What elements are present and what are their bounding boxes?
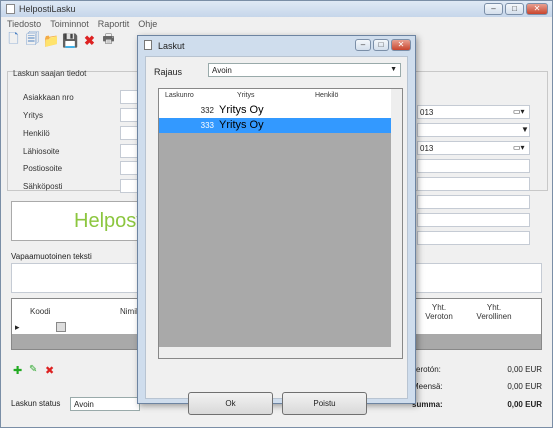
right-field-7[interactable]: [417, 213, 530, 227]
list-item-selected[interactable]: 333 Yritys Oy: [159, 118, 392, 133]
grand-total-value: 0,00 EUR: [507, 400, 542, 409]
dialog-icon: [144, 40, 152, 50]
right-field-5[interactable]: [417, 177, 530, 191]
right-field-8[interactable]: [417, 231, 530, 245]
col-company: Yritys: [237, 92, 255, 99]
add-row-icon[interactable]: ✚: [13, 364, 22, 377]
dialog-body: Rajaus Avoin ▼ Laskunro Yritys Henkilö 3…: [145, 56, 408, 415]
chevron-down-icon: ▼: [390, 66, 397, 73]
menu-help[interactable]: Ohje: [138, 19, 157, 29]
new-document-icon[interactable]: 🗋: [6, 31, 21, 49]
street-label: Lähiosoite: [23, 147, 60, 156]
tax-total-value: 0,00 EUR: [507, 382, 542, 391]
menu-file[interactable]: Tiedosto: [7, 19, 41, 29]
invoice-no: 332: [200, 106, 214, 115]
invoice-no: 333: [200, 121, 214, 130]
filter-value: Avoin: [212, 66, 232, 75]
chevron-down-icon[interactable]: ▼: [521, 125, 529, 134]
company-label: Yritys: [23, 111, 43, 120]
menu-bar: Tiedosto Toiminnot Raportit Ohje: [7, 19, 157, 29]
filter-label: Rajaus: [154, 67, 183, 77]
invoice-list-grid[interactable]: Laskunro Yritys Henkilö 332 Yritys Oy 33…: [158, 88, 403, 359]
company-logo: Helposti: [11, 201, 146, 241]
dialog-maximize-button[interactable]: □: [373, 39, 389, 51]
copy-document-icon[interactable]: 🗐: [25, 31, 40, 49]
delete-row-icon[interactable]: ✖: [45, 364, 54, 377]
net-total-value: 0,00 EUR: [507, 365, 542, 374]
invoice-status-label: Laskun status: [11, 399, 61, 408]
title-bar: HelpostiLasku – □ ✕: [1, 1, 552, 17]
lookup-button[interactable]: [56, 322, 66, 332]
net-total-label: verotón:: [412, 365, 441, 374]
app-title: HelpostiLasku: [19, 4, 76, 14]
right-field-6[interactable]: [417, 195, 530, 209]
maximize-button[interactable]: □: [505, 3, 524, 15]
filter-select[interactable]: Avoin ▼: [208, 63, 401, 77]
row-pointer-icon: ▸: [15, 322, 20, 332]
col-net-total: Yht. Veroton: [425, 303, 453, 321]
edit-row-icon[interactable]: ✎: [29, 364, 37, 375]
tax-total-label: Meensä:: [412, 382, 443, 391]
person-label: Henkilö: [23, 129, 50, 138]
list-item[interactable]: 332 Yritys Oy: [159, 103, 392, 118]
date-value-1: 013: [420, 108, 434, 117]
toolbar: 🗋 🗐 📁 💾 ✖ 🖶: [6, 31, 116, 49]
col-gross-total: Yht. Verollinen: [476, 303, 512, 321]
print-icon[interactable]: 🖶: [101, 31, 116, 49]
dialog-close-button[interactable]: ✕: [391, 39, 411, 51]
invoice-status-value: Avoin: [74, 400, 94, 409]
close-dialog-button[interactable]: Poistu: [282, 392, 367, 415]
open-folder-icon[interactable]: 📁: [43, 32, 59, 49]
invoice-status-select[interactable]: Avoin: [70, 397, 140, 411]
postal-label: Postiosoite: [23, 164, 63, 173]
dialog-title: Laskut: [158, 41, 185, 51]
calendar-icon[interactable]: ▭▾: [513, 107, 525, 116]
right-field-4[interactable]: [417, 159, 530, 173]
dropdown-field[interactable]: [417, 123, 530, 137]
horizontal-scrollbar[interactable]: [159, 347, 392, 358]
logo-text: Helposti: [74, 210, 147, 232]
grand-total-label: summa:: [412, 400, 443, 409]
email-label: Sähköposti: [23, 182, 63, 191]
recipient-section-title: Laskun saajan tiedot: [13, 69, 87, 78]
ok-button[interactable]: Ok: [188, 392, 273, 415]
menu-actions[interactable]: Toiminnot: [50, 19, 89, 29]
invoice-company: Yritys Oy: [219, 104, 264, 116]
minimize-button[interactable]: –: [484, 3, 503, 15]
save-icon[interactable]: 💾: [62, 32, 78, 49]
vertical-scrollbar[interactable]: [391, 89, 402, 358]
list-header: Laskunro Yritys Henkilö: [159, 89, 392, 103]
close-button[interactable]: ✕: [526, 3, 548, 15]
app-icon: [6, 4, 15, 14]
col-person: Henkilö: [315, 92, 339, 99]
invoices-dialog: Laskut – □ ✕ Rajaus Avoin ▼ Laskunro Yri…: [137, 35, 416, 415]
dialog-minimize-button[interactable]: –: [355, 39, 371, 51]
invoice-company: Yritys Oy: [219, 119, 264, 131]
free-text-label: Vapaamuotoinen teksti: [11, 252, 92, 261]
date-value-2: 013: [420, 144, 434, 153]
col-invoice-no: Laskunro: [165, 92, 194, 99]
customer-no-label: Asiakkaan nro: [23, 93, 74, 102]
delete-icon[interactable]: ✖: [82, 32, 97, 49]
col-code: Koodi: [30, 307, 51, 316]
calendar-icon-2[interactable]: ▭▾: [513, 143, 525, 152]
menu-reports[interactable]: Raportit: [98, 19, 130, 29]
